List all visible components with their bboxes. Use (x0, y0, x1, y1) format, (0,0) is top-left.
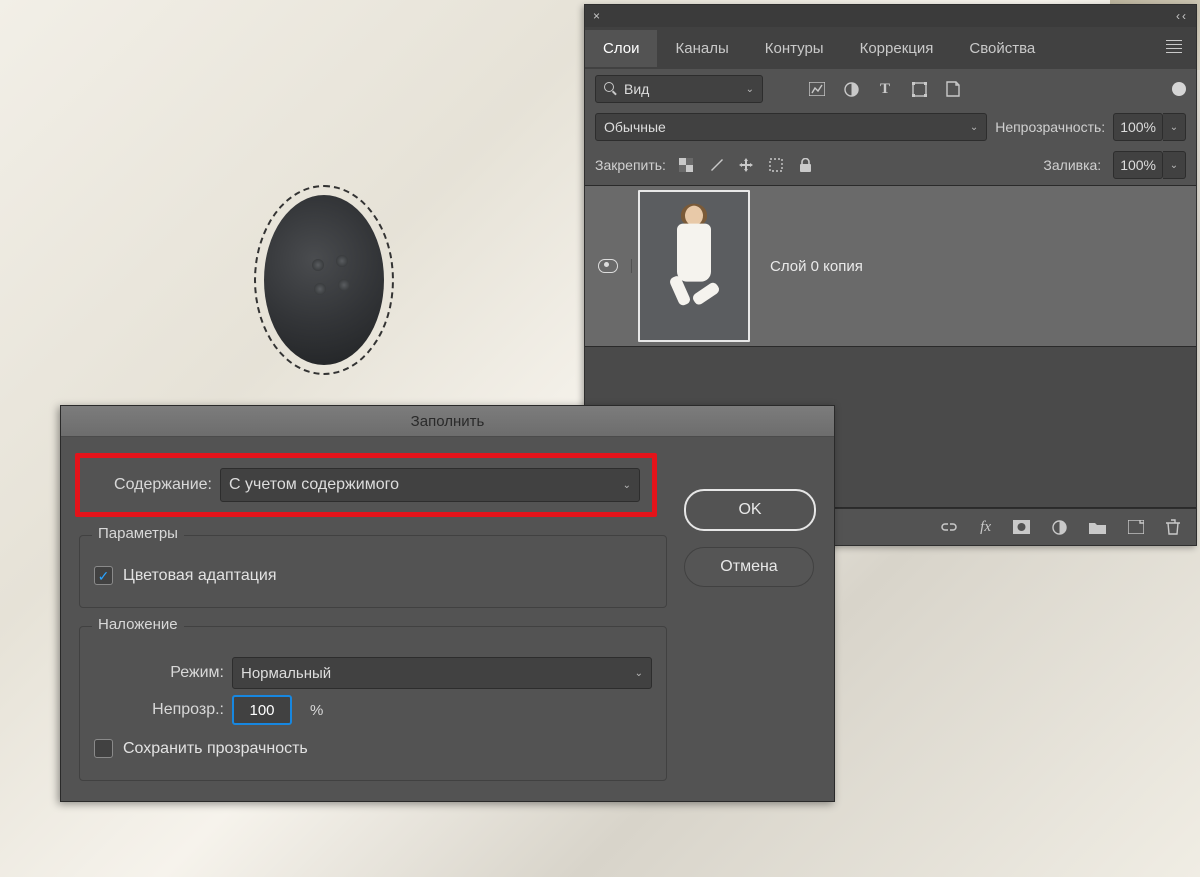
layer-name[interactable]: Слой 0 копия (770, 258, 863, 275)
content-row-highlight: Содержание: С учетом содержимого ⌄ (75, 453, 657, 517)
blending-group: Наложение Режим: Нормальный ⌄ Непрозр.: … (79, 626, 667, 781)
blend-mode-dropdown[interactable]: Обычные ⌄ (595, 113, 987, 141)
lock-artboard-icon[interactable] (768, 157, 784, 173)
options-group: Параметры Цветовая адаптация (79, 535, 667, 608)
chevron-down-icon: ⌄ (970, 122, 978, 133)
fill-label: Заливка: (1043, 157, 1101, 173)
chevron-down-icon: ⌄ (635, 668, 643, 679)
opacity-label: Непрозрачность: (995, 119, 1105, 135)
layer-mask-icon[interactable] (1013, 520, 1030, 534)
lock-position-icon[interactable] (738, 157, 754, 173)
lock-image-icon[interactable] (708, 157, 724, 173)
new-group-icon[interactable] (1089, 521, 1106, 534)
ok-button[interactable]: OK (684, 489, 816, 531)
blending-group-title: Наложение (92, 616, 184, 633)
content-dropdown[interactable]: С учетом содержимого ⌄ (220, 468, 640, 502)
fill-stepper[interactable]: ⌄ (1163, 151, 1186, 179)
cancel-button[interactable]: Отмена (684, 547, 814, 587)
lock-transparency-icon[interactable] (678, 157, 694, 173)
adjustment-layer-icon[interactable] (1052, 520, 1067, 535)
color-adaptation-checkbox[interactable] (94, 566, 113, 585)
eye-icon (598, 259, 618, 273)
opacity-value[interactable]: 100% (1113, 113, 1163, 141)
mode-value: Нормальный (241, 665, 331, 682)
filter-shape-icon[interactable] (911, 81, 927, 97)
tab-channels[interactable]: Каналы (657, 30, 746, 67)
layer-kind-label: Вид (624, 81, 649, 97)
search-icon (604, 82, 618, 96)
preserve-transparency-checkbox[interactable] (94, 739, 113, 758)
panel-tabs: Слои Каналы Контуры Коррекция Свойства (585, 27, 1196, 69)
percent-label: % (310, 702, 323, 719)
tab-paths[interactable]: Контуры (747, 30, 842, 67)
opacity-input[interactable]: 100 (232, 695, 292, 725)
tab-adjustments[interactable]: Коррекция (842, 30, 952, 67)
chevron-down-icon: ⌄ (746, 84, 754, 95)
content-value: С учетом содержимого (229, 476, 399, 494)
lock-label: Закрепить: (595, 157, 666, 173)
layer-thumbnail[interactable] (638, 190, 750, 342)
mode-dropdown[interactable]: Нормальный ⌄ (232, 657, 652, 689)
link-layers-icon[interactable] (940, 521, 958, 533)
blend-mode-value: Обычные (604, 119, 666, 135)
marquee-selection[interactable] (254, 185, 394, 375)
content-label: Содержание: (92, 476, 212, 494)
layer-kind-dropdown[interactable]: Вид ⌄ (595, 75, 763, 103)
dialog-title: Заполнить (61, 406, 834, 437)
panel-collapse-icon[interactable]: ‹‹ (1176, 9, 1188, 23)
filter-toggle[interactable] (1172, 82, 1186, 96)
layer-style-icon[interactable]: fx (980, 519, 991, 536)
tab-layers[interactable]: Слои (585, 30, 657, 67)
layer-visibility-toggle[interactable] (585, 259, 632, 273)
color-adaptation-label: Цветовая адаптация (123, 567, 277, 585)
mode-label: Режим: (94, 664, 224, 682)
delete-layer-icon[interactable] (1166, 519, 1180, 535)
fill-dialog: Заполнить Содержание: С учетом содержимо… (60, 405, 835, 802)
filter-pixel-icon[interactable] (809, 81, 825, 97)
options-group-title: Параметры (92, 525, 184, 542)
layer-row[interactable]: Слой 0 копия (585, 186, 1196, 347)
filter-smartobject-icon[interactable] (945, 81, 961, 97)
lock-all-icon[interactable] (798, 157, 814, 173)
panel-menu-icon[interactable] (1152, 27, 1196, 69)
opacity-label: Непрозр.: (94, 701, 224, 719)
fabric-button-image (264, 195, 384, 365)
new-layer-icon[interactable] (1128, 520, 1144, 534)
filter-adjustment-icon[interactable] (843, 81, 859, 97)
tab-properties[interactable]: Свойства (951, 30, 1053, 67)
panel-close-icon[interactable]: × (593, 9, 600, 23)
opacity-stepper[interactable]: ⌄ (1163, 113, 1186, 141)
chevron-down-icon: ⌄ (623, 480, 631, 491)
fill-value[interactable]: 100% (1113, 151, 1163, 179)
preserve-transparency-label: Сохранить прозрачность (123, 740, 308, 758)
filter-type-icon[interactable]: T (877, 81, 893, 97)
